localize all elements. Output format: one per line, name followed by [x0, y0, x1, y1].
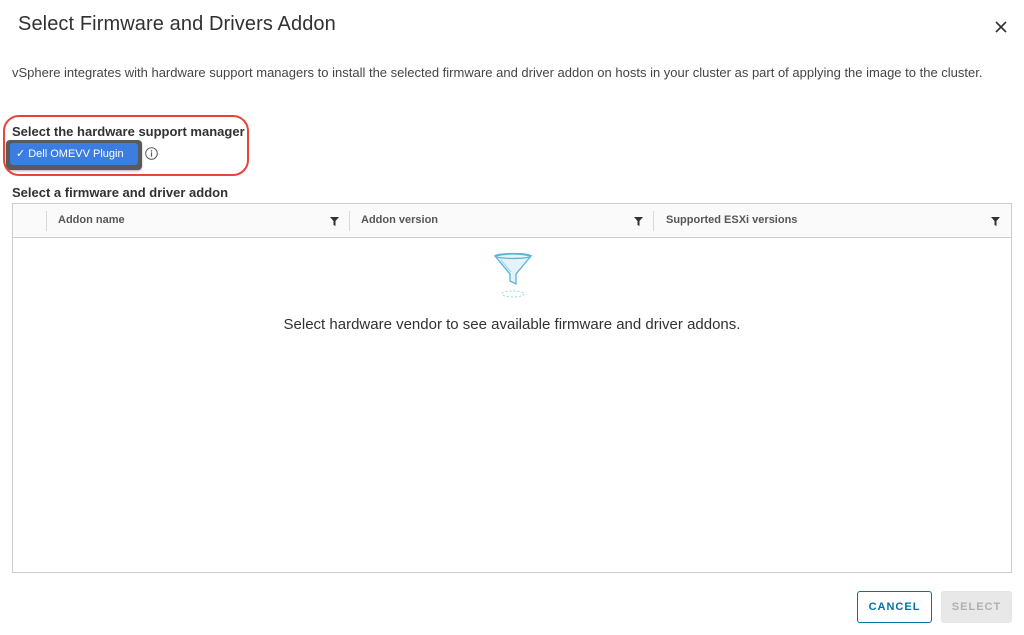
- column-header-addon-name[interactable]: Addon name: [58, 204, 125, 237]
- info-icon[interactable]: [145, 147, 158, 160]
- addon-section-label: Select a firmware and driver addon: [12, 185, 229, 200]
- close-icon[interactable]: [992, 18, 1010, 36]
- select-button[interactable]: SELECT: [941, 591, 1012, 623]
- funnel-empty-icon: [493, 252, 533, 298]
- empty-state-message: Select hardware vendor to see available …: [283, 316, 741, 333]
- column-separator: [46, 211, 47, 231]
- hardware-support-manager-label: Select the hardware support manager: [12, 124, 245, 139]
- hardware-support-manager-select[interactable]: ✓ Dell OMEVV Plugin: [6, 140, 142, 170]
- column-header-addon-version[interactable]: Addon version: [361, 204, 438, 237]
- filter-icon[interactable]: [634, 217, 643, 226]
- filter-icon[interactable]: [330, 217, 339, 226]
- datagrid-header: Addon name Addon version Supported ESXi …: [13, 204, 1011, 238]
- column-separator: [349, 211, 350, 231]
- cancel-button[interactable]: CANCEL: [857, 591, 932, 623]
- column-header-supported-esxi-versions[interactable]: Supported ESXi versions: [666, 204, 797, 237]
- dialog-title: Select Firmware and Drivers Addon: [18, 13, 336, 35]
- selected-option[interactable]: ✓ Dell OMEVV Plugin: [10, 143, 138, 165]
- selected-option-label: Dell OMEVV Plugin: [28, 148, 124, 160]
- column-separator: [653, 211, 654, 231]
- addon-datagrid: Addon name Addon version Supported ESXi …: [12, 203, 1012, 573]
- filter-icon[interactable]: [991, 217, 1000, 226]
- firmware-addon-dialog: Select Firmware and Drivers Addon vSpher…: [0, 0, 1024, 635]
- checkmark-icon: ✓: [16, 148, 26, 160]
- dialog-description: vSphere integrates with hardware support…: [12, 65, 983, 80]
